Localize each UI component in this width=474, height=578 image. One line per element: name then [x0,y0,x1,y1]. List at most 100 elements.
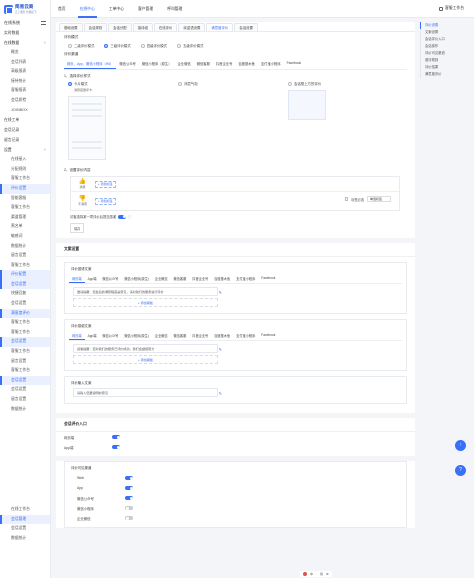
sidebar-item[interactable]: 会话设置 [0,279,50,290]
sidebar-item[interactable]: 高级报表 [0,67,50,77]
sidebar-item[interactable]: 会话设置 [0,375,50,386]
sidebar-item[interactable]: 留言设置 [0,395,50,405]
sidebar-item[interactable]: 实时数据 [0,28,50,38]
sidebar-bottom-item[interactable]: 会话管理 [0,514,50,525]
sidebar-item[interactable]: 在线接入 [0,155,50,165]
top-tab[interactable]: 首页 [51,0,73,18]
sidebar-item[interactable]: 会话设置 [0,385,50,395]
copy-channel-tab[interactable]: App端 [85,331,100,340]
visible-toggle[interactable] [125,486,133,490]
copy-text-field[interactable]: 请输入您要说明的意见 ✎ [73,388,222,397]
visible-toggle[interactable] [125,516,133,520]
sidebar-item[interactable]: 客服工作台 [0,328,50,338]
sidebar-item[interactable]: 会话设置 [0,299,50,309]
sidebar-item[interactable]: 概览 [0,48,50,58]
ime-button[interactable]: 简 [320,572,323,576]
sidebar-item[interactable]: 留言记录 [0,135,50,145]
add-template-button[interactable]: + 添加模板 [73,298,218,307]
sidebar-item[interactable]: 渠道管理 [0,213,50,223]
anchor-item[interactable]: 会话操作 [420,43,468,50]
top-tab[interactable]: 呼叫管理 [160,0,189,18]
copy-channel-tab[interactable]: 抖音企业号 [189,274,211,283]
unsatisfied-face[interactable]: 👎 不满意 [78,196,87,206]
top-tab[interactable]: 客户管理 [131,0,160,18]
ime-button[interactable]: · [316,572,317,576]
workspace-link[interactable]: 客服工作台 [439,6,474,11]
system-switcher[interactable]: 在线系统 [0,18,50,28]
copy-channel-tab[interactable]: 百度基木鱼 [211,274,233,283]
sidebar-item[interactable]: JOINBOX [0,106,50,116]
anchor-item[interactable]: 会话评价入口 [420,36,468,43]
sidebar-item[interactable]: 在线工单 [0,115,50,125]
sidebar-item[interactable]: 会话质检 [0,96,50,106]
style-radio[interactable]: 会话框上方的评价 [288,81,398,86]
copy-channel-tab[interactable]: 微信公众号 [99,331,121,340]
edit-icon[interactable]: ✎ [219,390,222,398]
eval-mode-option[interactable]: 二级评价模式 [68,43,94,48]
anchor-item[interactable]: 评价设置 [420,22,468,29]
sidebar-item[interactable]: 接待统计 [0,77,50,87]
channel-tab[interactable]: 网页、App、微信小程序（H5） [64,59,117,69]
sidebar-item[interactable]: 会话记录 [0,125,50,135]
sidebar-item[interactable]: 会话设置 [0,337,50,348]
sidebar-item[interactable]: 客服工作台 [0,174,50,184]
entry-toggle[interactable] [112,445,120,449]
sidebar-item[interactable]: 数据统计 [0,405,50,415]
copy-channel-tab[interactable]: Facebook [258,274,278,283]
satisfied-face[interactable]: 👍 满意 [78,179,87,189]
copy-channel-tab[interactable]: 企业微信 [152,274,171,283]
sidebar-item[interactable]: 快捷回复 [0,289,50,299]
page-tab[interactable]: 欢迎语设置 [178,23,206,31]
anchor-item[interactable]: 评价结果 [420,64,468,71]
sidebar-item[interactable]: 评价配置 [0,270,50,280]
visible-toggle[interactable] [125,476,133,480]
copy-channel-tab[interactable]: 支付宝小程序 [233,274,258,283]
save-button[interactable]: 保存 [70,223,85,233]
sidebar-item[interactable]: 在线数据 [0,38,50,48]
sidebar-item[interactable]: 客服工作台 [0,261,50,271]
anchor-item[interactable]: 评价可见渠道 [420,50,468,57]
page-tab[interactable]: 基础设置 [59,23,83,31]
copy-channel-tab[interactable]: 支付宝小程序 [233,331,258,340]
sidebar-item[interactable]: 客服工作台 [0,347,50,357]
add-template-button[interactable]: + 添加模板 [73,355,218,364]
copy-channel-tab[interactable]: 微信小程序(原生) [121,331,151,340]
visible-toggle[interactable] [125,506,133,510]
anchor-item[interactable]: 文案设置 [420,29,468,36]
style-option[interactable]: 浮层气泡 [178,81,288,160]
copy-channel-tab[interactable]: App端 [85,274,100,283]
top-tab[interactable]: 在线中心 [73,0,102,18]
page-tab[interactable]: 在线评价 [153,23,178,31]
collapse-menu-icon[interactable] [41,21,46,25]
help-button[interactable]: ? [455,465,466,476]
copy-channel-tab[interactable]: 百度基木鱼 [211,331,233,340]
ime-button[interactable]: 中 [310,572,313,576]
copy-channel-tab[interactable]: 网页端 [69,331,85,340]
sidebar-item[interactable]: 客服工作台 [0,203,50,213]
channel-tab[interactable]: 百度基木鱼 [235,59,257,69]
channel-tab[interactable]: 微信客服 [194,59,213,69]
channel-tab[interactable]: 抖音企业号 [213,59,235,69]
copy-channel-tab[interactable]: 微信客服 [171,274,190,283]
style-radio[interactable]: 浮层气泡 [178,81,288,86]
tag-mode-select[interactable]: 单选标签 [367,196,391,202]
copy-channel-tab[interactable]: 企业微信 [152,331,171,340]
page-tab[interactable]: 会话规则 [83,23,108,31]
copy-channel-tab[interactable]: 微信客服 [171,331,190,340]
style-radio[interactable]: 卡片模式 [68,81,178,86]
sidebar-item[interactable]: 客服报表 [0,86,50,96]
channel-tab[interactable]: Facebook [284,59,304,69]
edit-icon[interactable]: ✎ [219,289,222,297]
page-tab[interactable]: 会话设置 [234,23,258,31]
page-tab[interactable]: 会话分配 [108,23,132,31]
edit-icon[interactable]: ✎ [219,346,222,354]
ime-button[interactable]: ⚙ [326,572,329,576]
copy-channel-tab[interactable]: 网页端 [69,274,85,283]
style-option[interactable]: 卡片模式 满意度邀评卡 [68,81,178,160]
tag-required-checkbox[interactable] [344,197,349,201]
copy-text-field[interactable]: 邀请提醒：您最后的满意程度是意见，请对我们的服务进行评价 ✎ [73,287,222,296]
back-to-top-button[interactable]: ↑ [455,440,466,451]
sidebar-item[interactable]: 留言设置 [0,357,50,367]
entry-toggle[interactable] [112,435,120,439]
channel-tab[interactable]: 微信小程序（原生） [139,59,175,69]
